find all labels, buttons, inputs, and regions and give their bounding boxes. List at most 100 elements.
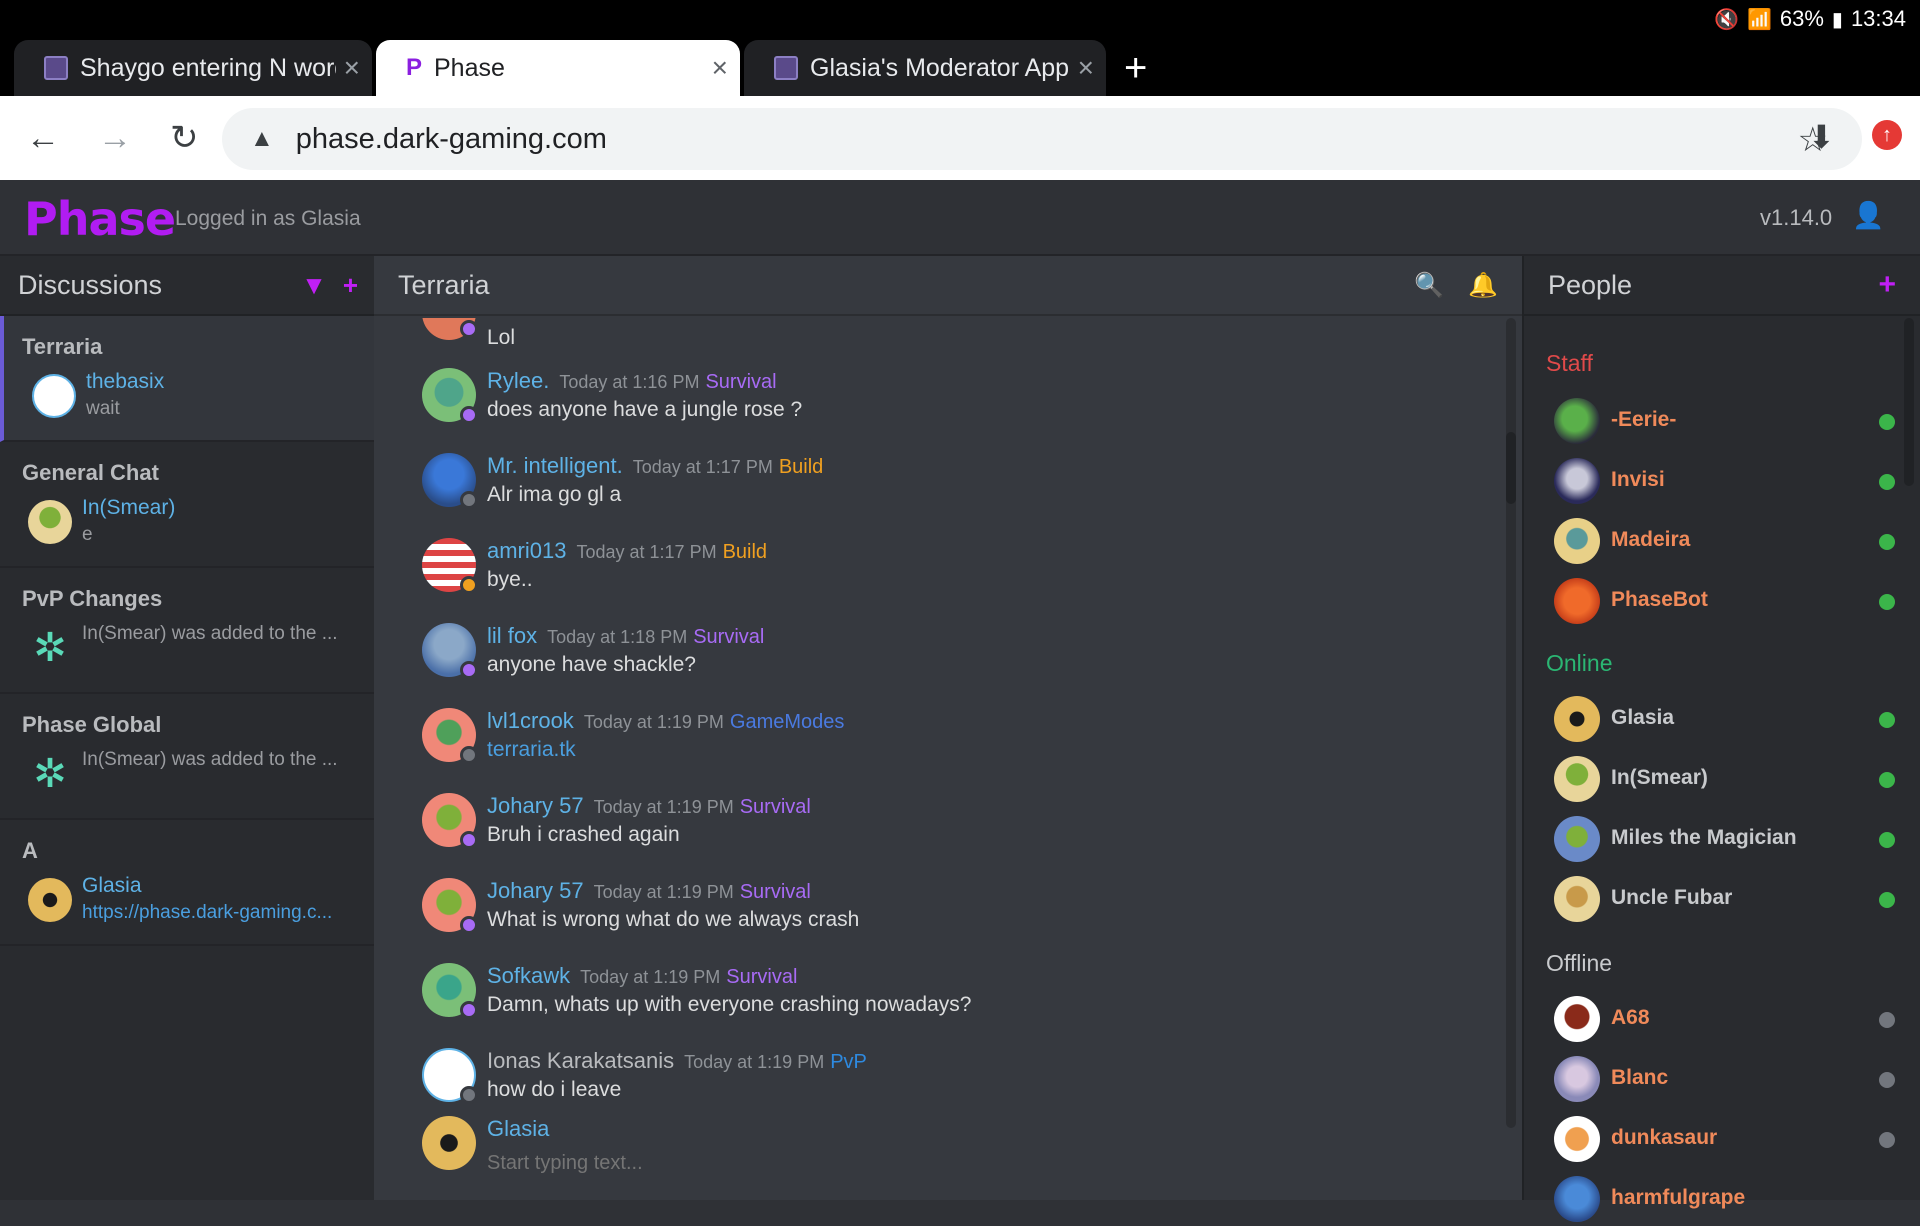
message-tag: GameModes — [729, 711, 845, 733]
discussion-name: General Chat — [22, 460, 159, 485]
download-icon[interactable]: ⬇ — [1808, 118, 1835, 156]
close-icon[interactable]: × — [1078, 54, 1094, 82]
message-author[interactable]: Sofkawk Today at 1:19 PM Survival — [487, 963, 797, 989]
discussion-last-message[interactable]: https://phase.dark-gaming.c... — [82, 902, 342, 924]
scrollbar-thumb[interactable] — [1506, 432, 1516, 504]
status-dot — [460, 1086, 478, 1104]
discussion-last-author: thebasix — [86, 370, 165, 393]
scrollbar-thumb[interactable] — [1904, 318, 1914, 486]
person-item[interactable]: Uncle Fubar — [1554, 876, 1895, 926]
avatar — [28, 500, 72, 544]
status-dot — [460, 831, 478, 849]
phase-icon: P — [406, 54, 423, 81]
message-time: Today at 1:18 PM — [547, 627, 688, 647]
search-icon[interactable]: 🔍 — [1414, 271, 1444, 300]
person-name: Miles the Magician — [1611, 826, 1797, 849]
message-author[interactable]: Johary 57 Today at 1:19 PM Survival — [487, 878, 811, 904]
add-person-icon[interactable]: + — [1878, 268, 1896, 302]
person-name: Glasia — [1611, 706, 1675, 729]
message-composer: Glasia — [398, 1116, 1488, 1196]
person-item[interactable]: PhaseBot — [1554, 578, 1895, 628]
chat-header: Terraria 🔍 🔔 — [374, 256, 1522, 316]
bell-icon[interactable]: 🔔 — [1468, 271, 1498, 300]
tab-title: Glasia's Moderator Applic — [810, 53, 1070, 82]
warning-icon[interactable]: ▲ — [250, 125, 274, 153]
message-link[interactable]: terraria.tk — [487, 738, 576, 762]
people-title: People — [1548, 269, 1633, 300]
person-item[interactable]: Invisi — [1554, 458, 1895, 508]
offline-status-dot — [1879, 1132, 1895, 1148]
message-author[interactable]: Johary 57 Today at 1:19 PM Survival — [487, 793, 811, 819]
person-name: Invisi — [1611, 468, 1665, 491]
message-text: anyone have shackle? — [487, 653, 696, 676]
dark-gaming-icon — [44, 56, 68, 80]
status-dot — [460, 406, 478, 424]
discussion-item-a[interactable]: A Glasia https://phase.dark-gaming.c... — [0, 820, 374, 946]
person-name: Uncle Fubar — [1611, 886, 1733, 909]
tab-title: Shaygo entering N word - — [80, 53, 336, 82]
offline-section-title: Offline — [1546, 950, 1613, 976]
message-text: Damn, whats up with everyone crashing no… — [487, 993, 972, 1016]
logged-in-label: Logged in as Glasia — [175, 207, 361, 230]
close-icon[interactable]: × — [344, 54, 360, 82]
reload-icon[interactable]: ↻ — [170, 118, 199, 158]
discussions-sidebar: Discussions ▼ + Terraria thebasix wait G… — [0, 256, 374, 1200]
discussion-last-message: wait — [86, 398, 120, 419]
message-list[interactable]: Lol Rylee. Today at 1:16 PM Survival does … — [374, 318, 1506, 1128]
message-time: Today at 1:16 PM — [559, 372, 700, 392]
message-author[interactable]: amri013 Today at 1:17 PM Build — [487, 538, 767, 564]
offline-status-dot — [1879, 1012, 1895, 1028]
tab-title: Phase — [434, 53, 505, 82]
dark-gaming-icon — [774, 56, 798, 80]
person-item[interactable]: A68 — [1554, 996, 1895, 1046]
back-icon[interactable]: ← — [26, 118, 60, 158]
forward-icon[interactable]: → — [98, 118, 132, 158]
browser-tab[interactable]: Shaygo entering N word - × — [14, 40, 372, 96]
composer-username: Glasia — [487, 1116, 550, 1141]
person-item[interactable]: Miles the Magician — [1554, 816, 1895, 866]
new-tab-button[interactable]: + — [1124, 48, 1147, 88]
version-label: v1.14.0 — [1760, 205, 1833, 230]
message-time: Today at 1:19 PM — [593, 797, 734, 817]
tab-strip: Shaygo entering N word - × P Phase × Gla… — [0, 38, 1920, 96]
message-time: Today at 1:19 PM — [580, 967, 721, 987]
phase-logo[interactable]: Phase — [24, 192, 176, 246]
avatar — [1554, 696, 1600, 742]
message-author[interactable]: Mr. intelligent. Today at 1:17 PM Build — [487, 453, 823, 479]
message-author[interactable]: lil fox Today at 1:18 PM Survival — [487, 623, 764, 649]
online-status-dot — [1879, 414, 1895, 430]
user-icon[interactable]: 👤 — [1852, 200, 1884, 231]
add-discussion-icon[interactable]: + — [343, 270, 358, 301]
person-name: Madeira — [1611, 528, 1691, 551]
person-item[interactable]: -Eerie- — [1554, 398, 1895, 448]
wifi-icon: 📶 — [1746, 8, 1772, 31]
person-item[interactable]: Glasia — [1554, 696, 1895, 746]
person-name: Blanc — [1611, 1066, 1669, 1089]
filter-icon[interactable]: ▼ — [301, 270, 327, 301]
message-tag: Build — [722, 541, 768, 563]
person-item[interactable]: harmfulgrape — [1554, 1176, 1894, 1226]
browser-tab-active[interactable]: P Phase × — [376, 40, 740, 96]
avatar — [1554, 518, 1600, 564]
person-item[interactable]: In(Smear) — [1554, 756, 1895, 806]
person-item[interactable]: Blanc — [1554, 1056, 1895, 1106]
browser-tab[interactable]: Glasia's Moderator Applic × — [744, 40, 1106, 96]
message-author[interactable]: lvl1crook Today at 1:19 PM GameModes — [487, 708, 844, 734]
person-item[interactable]: Madeira — [1554, 518, 1895, 568]
message-input[interactable] — [487, 1148, 1387, 1178]
address-bar[interactable]: ▲ phase.dark-gaming.com ☆ — [222, 108, 1862, 170]
mute-icon: 🔇 — [1714, 8, 1739, 31]
person-item[interactable]: dunkasaur — [1554, 1116, 1895, 1166]
close-icon[interactable]: × — [712, 54, 728, 82]
update-icon[interactable]: ↑ — [1872, 120, 1902, 150]
url-text[interactable]: phase.dark-gaming.com — [296, 123, 607, 156]
discussion-item-pvp-changes[interactable]: PvP Changes ✲ In(Smear) was added to the… — [0, 568, 374, 694]
discussion-item-general-chat[interactable]: General Chat In(Smear) e — [0, 442, 374, 568]
message-author[interactable]: Rylee. Today at 1:16 PM Survival — [487, 368, 777, 394]
status-dot — [460, 916, 478, 934]
discussion-item-terraria[interactable]: Terraria thebasix wait — [0, 316, 374, 442]
message-tag: Survival — [705, 371, 777, 393]
discussion-item-phase-global[interactable]: Phase Global ✲ In(Smear) was added to th… — [0, 694, 374, 820]
message-author[interactable]: Ionas Karakatsanis Today at 1:19 PM PvP — [487, 1048, 867, 1074]
message-text: Alr ima go gl a — [487, 483, 622, 506]
